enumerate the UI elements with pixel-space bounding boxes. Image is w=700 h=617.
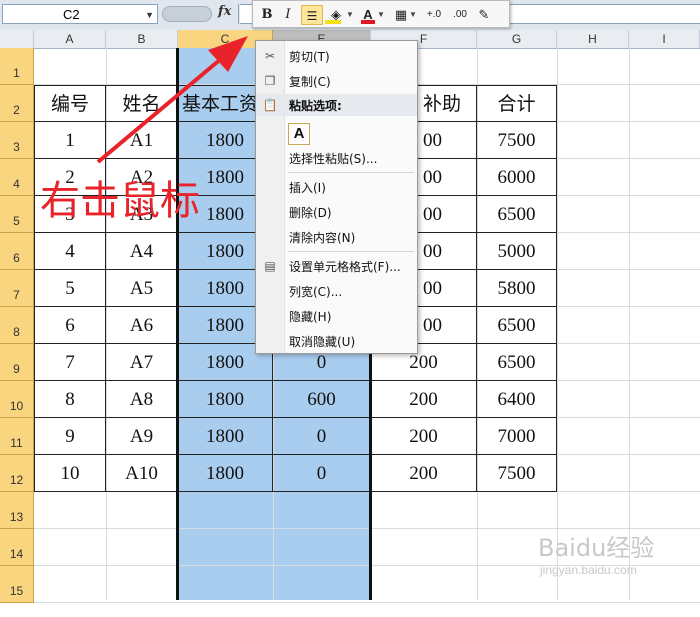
arrow-shaft — [96, 56, 224, 164]
watermark-url: jingyan.baidu.com — [540, 563, 637, 577]
annotation-text: 右击鼠标 — [40, 178, 200, 224]
annotation-arrow — [96, 36, 248, 164]
grid-line-horizontal — [34, 602, 700, 603]
watermark: Baidu经验 jingyan.baidu.com — [538, 528, 654, 577]
watermark-brand: Baidu经验 — [538, 534, 655, 562]
